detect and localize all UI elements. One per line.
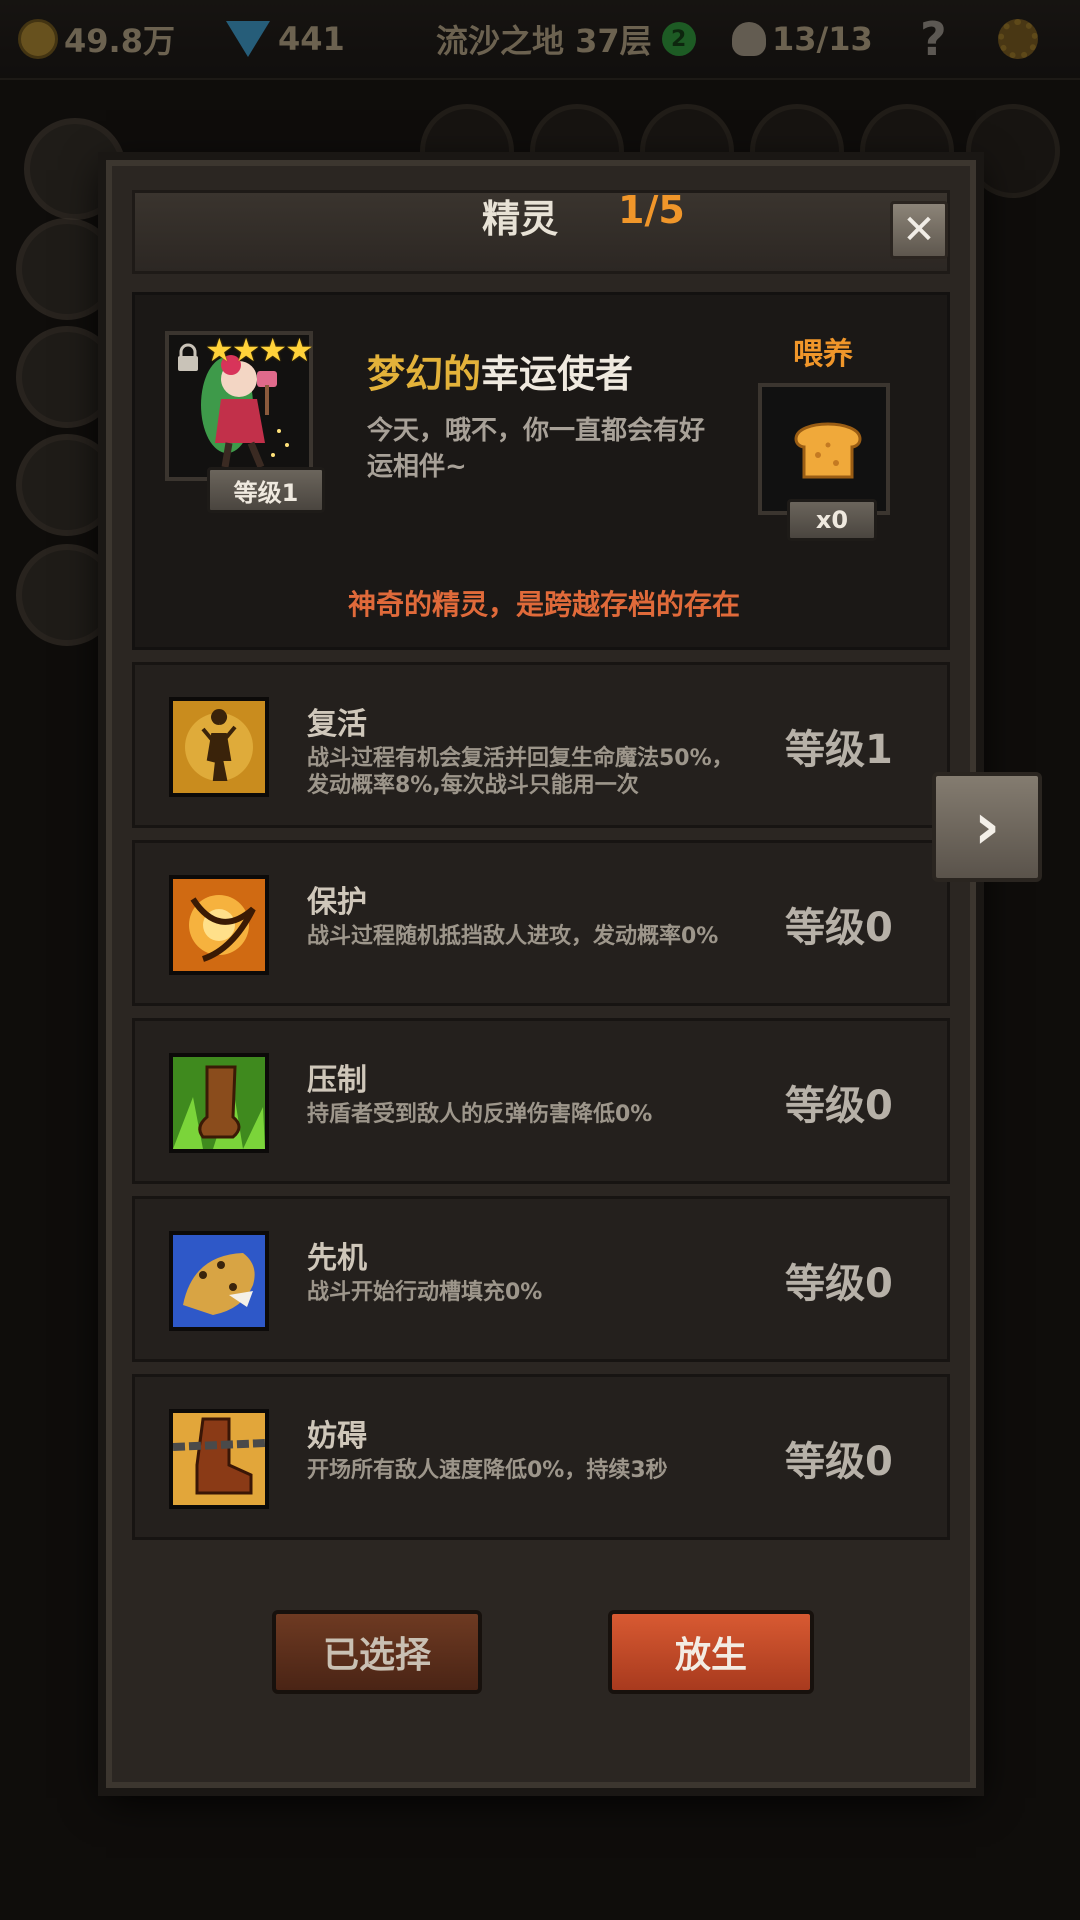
skill-row-initiative[interactable]: 先机 战斗开始行动槽填充0% 等级0 [132,1196,950,1362]
spirit-name: 梦幻的幸运使者 [367,343,633,398]
feed-label: 喂养 [793,337,853,372]
skill-row-revive[interactable]: 复活 战斗过程有机会复活并回复生命魔法50%，发动概率8%,每次战斗只能用一次 … [132,662,950,828]
help-button[interactable]: ? [920,12,947,66]
release-button[interactable]: 放生 [608,1610,814,1694]
hero-avatar [16,544,118,646]
skill-level: 等级0 [785,1261,893,1307]
top-status-bar: 49.8万 441 流沙之地 37层 2 13/13 ? [0,0,1080,80]
initiative-icon [169,1231,269,1331]
protect-icon [169,875,269,975]
hero-avatar [16,326,118,428]
skull-icon [732,22,766,56]
feed-item-slot[interactable] [758,383,890,515]
skill-name: 妨碍 [307,1419,367,1454]
skill-name: 压制 [307,1063,367,1098]
skill-row-hinder[interactable]: 妨碍 开场所有敌人速度降低0%，持续3秒 等级0 [132,1374,950,1540]
skill-description: 战斗过程有机会复活并回复生命魔法50%，发动概率8%,每次战斗只能用一次 [307,746,734,798]
coin-icon [18,19,58,59]
close-button[interactable]: ✕ [890,201,948,259]
skill-description: 开场所有敌人速度降低0%，持续3秒 [307,1458,668,1483]
hero-avatar [16,434,118,536]
stage-label: 流沙之地 37层 [436,22,652,60]
gem-counter: 441 [226,14,345,64]
spirit-description: 今天，哦不，你一直都会有好运相伴~ [367,416,706,482]
stage-badge: 2 [661,22,696,56]
equipment-slot [966,104,1060,198]
revive-icon [169,697,269,797]
stage-indicator: 流沙之地 37层 2 [436,14,696,64]
selected-button[interactable]: 已选择 [272,1610,482,1694]
gem-icon [226,21,270,57]
suppress-icon [169,1053,269,1153]
gear-icon [998,19,1038,59]
gold-value: 49.8万 [64,22,175,60]
skill-level: 等级1 [785,727,893,773]
lock-icon [178,343,198,371]
skill-row-suppress[interactable]: 压制 持盾者受到敌人的反弹伤害降低0% 等级0 [132,1018,950,1184]
spirit-name-prefix: 梦幻的 [367,352,482,396]
bread-icon [794,422,862,479]
next-spirit-button[interactable]: › [932,772,1042,882]
settings-button[interactable] [998,14,1038,64]
help-icon: ? [920,12,947,66]
skill-level: 等级0 [785,1083,893,1129]
kill-value: 13/13 [772,20,873,58]
kill-counter: 13/13 [732,14,873,64]
skill-description: 战斗开始行动槽填充0% [307,1280,543,1305]
spirit-page-count: 1/5 [618,188,685,232]
star-rating: ★★★★ [205,331,314,369]
skill-row-protect[interactable]: 保护 战斗过程随机抵挡敌人进攻，发动概率0% 等级0 [132,840,950,1006]
spirit-note: 神奇的精灵，是跨越存档的存在 [347,588,740,621]
hinder-icon [169,1409,269,1509]
spirit-level-tag: 等级1 [207,467,325,513]
skill-description: 战斗过程随机抵挡敌人进攻，发动概率0% [307,924,719,949]
skill-level: 等级0 [785,905,893,951]
skill-level: 等级0 [785,1439,893,1485]
spirit-info-panel: ★★★★ 等级1 梦幻的幸运使者 今天，哦不，你一直都会有好运相伴~ 喂养 x0… [132,292,950,650]
close-icon: ✕ [902,207,936,253]
skill-description: 持盾者受到敌人的反弹伤害降低0% [307,1102,653,1127]
skill-name: 先机 [307,1241,367,1276]
feed-count: x0 [787,499,877,541]
chevron-right-icon: › [973,790,1001,864]
dialog-title: 精灵 [482,197,559,241]
skill-name: 复活 [307,707,367,742]
gold-counter: 49.8万 [18,14,175,64]
hero-avatar [16,218,118,320]
spirit-dialog: 精灵 1/5 ✕ ★★★★ 等级1 梦幻的幸运使者 今天，哦不，你一直都会有好运… [106,160,976,1788]
skill-name: 保护 [307,885,367,920]
spirit-name-core: 幸运使者 [481,352,634,396]
gem-value: 441 [278,20,345,58]
